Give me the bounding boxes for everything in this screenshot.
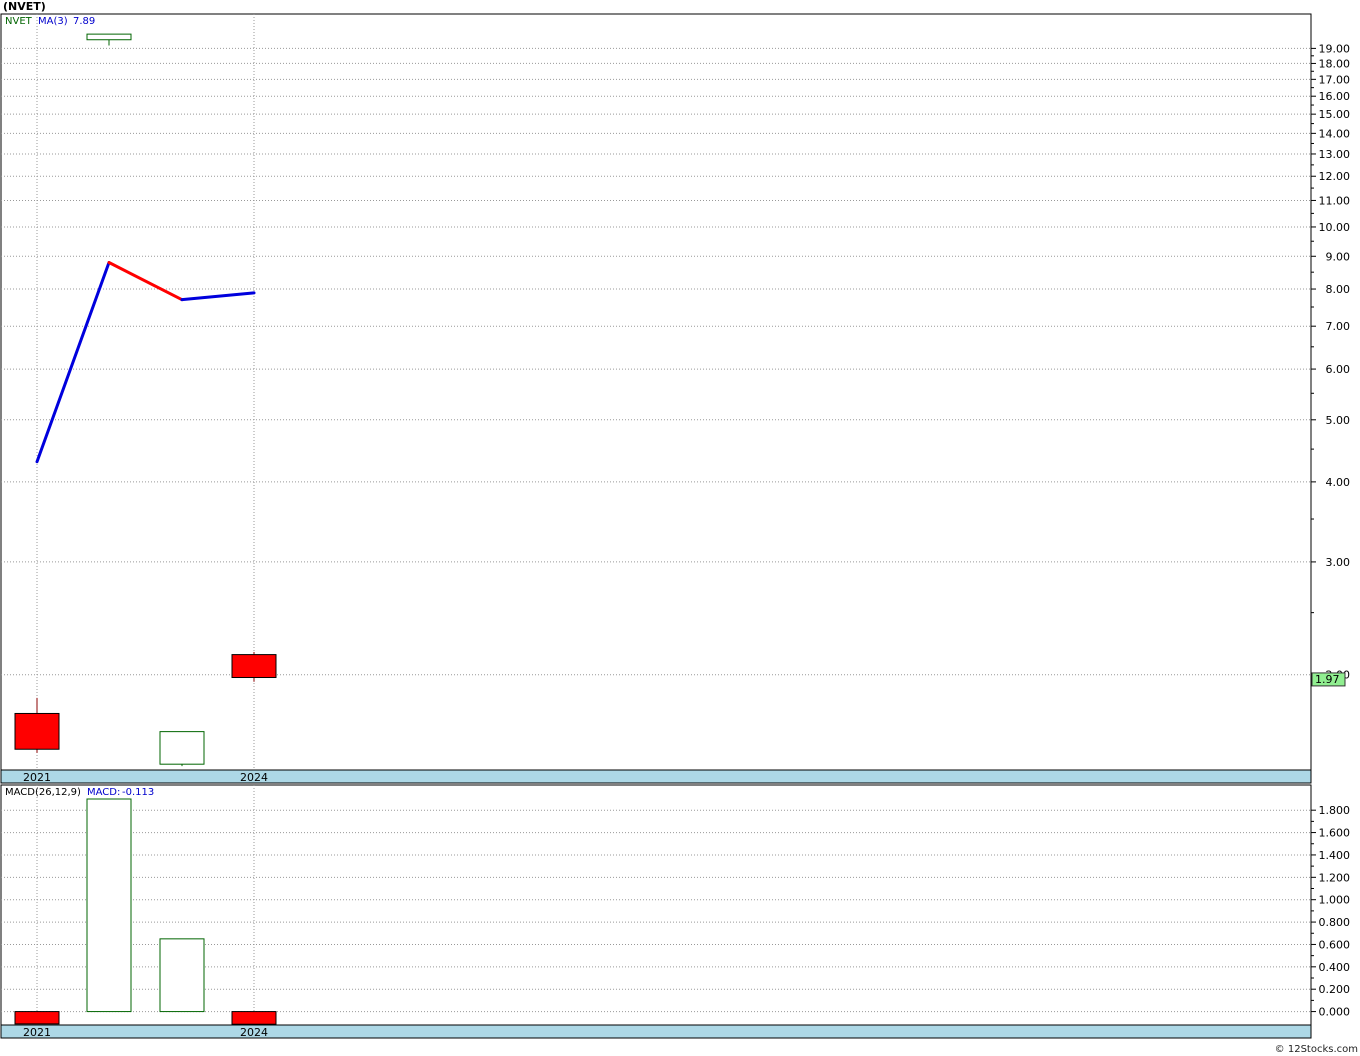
macd-tick-label: 0.600 bbox=[1319, 938, 1351, 951]
price-tick-label: 16.00 bbox=[1319, 90, 1351, 103]
macd-tick-label: 0.400 bbox=[1319, 961, 1351, 974]
price-tick-label: 15.00 bbox=[1319, 108, 1351, 121]
macd-date-label: 2021 bbox=[23, 1026, 51, 1039]
macd-bar bbox=[14, 1011, 60, 1025]
macd-tick-label: 0.800 bbox=[1319, 916, 1351, 929]
macd-bar bbox=[86, 798, 132, 1013]
price-tick-label: 19.00 bbox=[1319, 42, 1351, 55]
macd-legend-label: MACD: bbox=[87, 787, 120, 798]
price-date-label: 2021 bbox=[23, 771, 51, 784]
candle-body bbox=[86, 33, 132, 41]
chart-canvas: 19.00 18.00 17.00 16.00 15.00 14.00 13.00 12.00… bbox=[0, 13, 1351, 1039]
price-tick-label: 4.00 bbox=[1326, 476, 1351, 489]
price-tick-label: 12.00 bbox=[1319, 170, 1351, 183]
price-tick-label: 10.00 bbox=[1319, 221, 1351, 234]
macd-tick-label: 1.200 bbox=[1319, 871, 1351, 884]
price-legend-ticker: NVET bbox=[5, 16, 33, 27]
price-tick-label: 9.00 bbox=[1326, 250, 1351, 263]
price-tick-label: 18.00 bbox=[1319, 57, 1351, 70]
macd-bar bbox=[231, 1011, 277, 1025]
price-tick-label: 13.00 bbox=[1319, 148, 1351, 161]
ma-legend-label: MA(3) bbox=[38, 16, 68, 27]
price-tick-label: 5.00 bbox=[1326, 414, 1351, 427]
price-tick-label: 7.00 bbox=[1326, 320, 1351, 333]
price-date-band bbox=[0, 769, 1312, 784]
price-tick-label: 8.00 bbox=[1326, 283, 1351, 296]
macd-tick-label: 0.200 bbox=[1319, 983, 1351, 996]
ma-legend-value: 7.89 bbox=[73, 16, 95, 27]
price-tick-label: 11.00 bbox=[1319, 194, 1351, 207]
macd-tick-label: 0.000 bbox=[1319, 1006, 1351, 1019]
macd-bar bbox=[159, 938, 205, 1013]
price-tick-label: 6.00 bbox=[1326, 363, 1351, 376]
macd-date-label: 2024 bbox=[240, 1026, 268, 1039]
macd-date-band bbox=[0, 1024, 1312, 1039]
last-price-label: 1.97 bbox=[1315, 673, 1340, 686]
macd-legend-value: -0.113 bbox=[122, 787, 154, 798]
price-tick-label: 3.00 bbox=[1326, 556, 1351, 569]
candle-body bbox=[159, 731, 205, 765]
footer-credit: © 12Stocks.com bbox=[1274, 1044, 1358, 1055]
candle-body bbox=[231, 654, 277, 679]
macd-tick-label: 1.600 bbox=[1319, 827, 1351, 840]
price-panel-frame bbox=[0, 13, 1312, 771]
macd-tick-label: 1.800 bbox=[1319, 804, 1351, 817]
macd-tick-label: 1.000 bbox=[1319, 894, 1351, 907]
candle-body bbox=[14, 712, 60, 750]
macd-tick-label: 1.400 bbox=[1319, 849, 1351, 862]
macd-title: MACD(26,12,9) bbox=[5, 787, 81, 798]
price-date-label: 2024 bbox=[240, 771, 268, 784]
price-tick-label: 14.00 bbox=[1319, 127, 1351, 140]
price-tick-label: 17.00 bbox=[1319, 73, 1351, 86]
